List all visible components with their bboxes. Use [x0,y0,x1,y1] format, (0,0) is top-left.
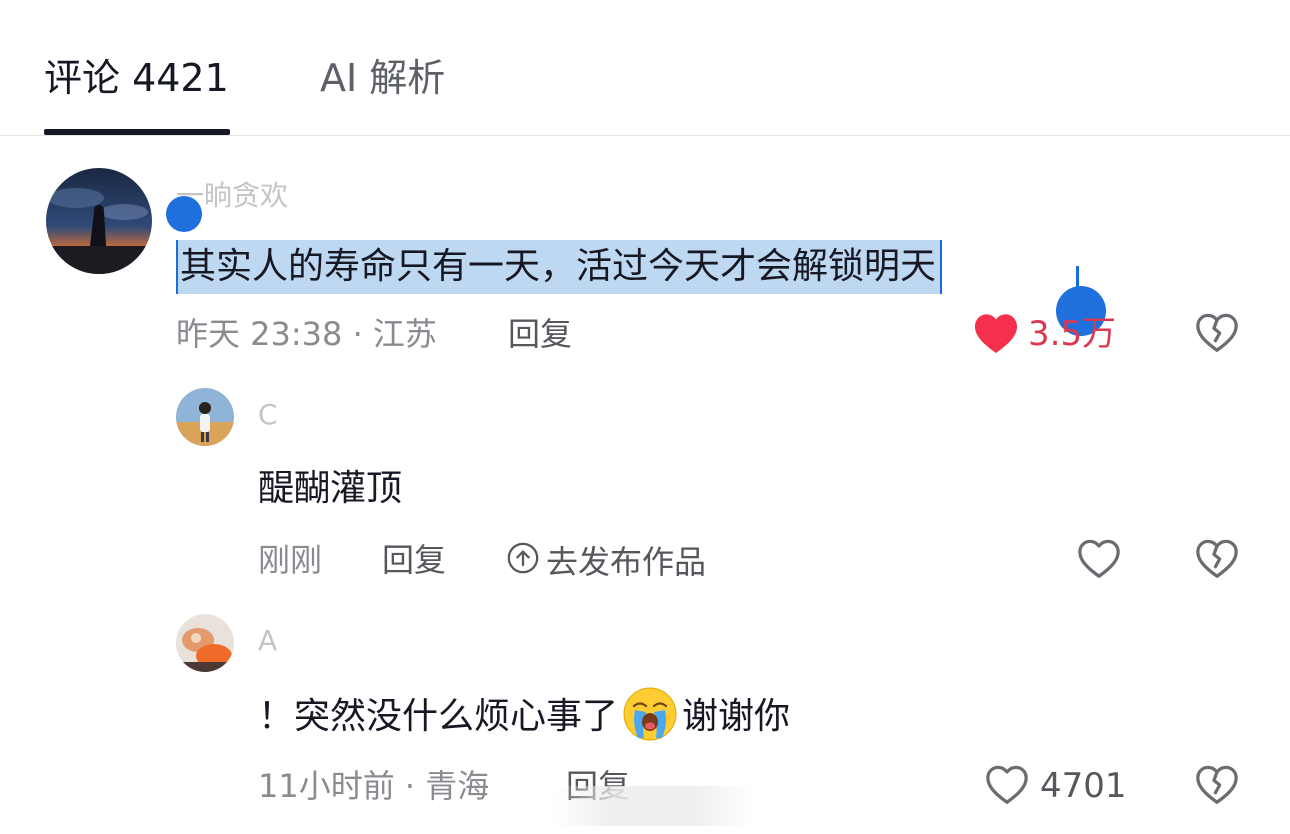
dislike-broken-heart-icon[interactable] [1194,762,1240,808]
comment-meta: 昨天 23:38 · 江苏 [176,315,437,353]
like-heart-icon[interactable] [1076,536,1122,582]
tabs-divider [0,135,1290,136]
comment-text-selected[interactable]: 其实人的寿命只有一天，活过今天才会解锁明天 [176,240,943,294]
watermark-overlay [554,786,754,826]
post-work-button[interactable]: 去发布作品 [506,538,706,582]
avatar[interactable] [176,388,234,446]
comment-text[interactable]: 醍醐灌顶 [258,464,402,514]
like-count: 4701 [1040,766,1127,806]
like-heart-icon[interactable] [984,762,1030,808]
avatar[interactable] [176,614,234,672]
upload-arrow-icon [506,541,540,579]
comment-meta: 11小时前 · 青海 [258,767,490,805]
dislike-broken-heart-icon[interactable] [1194,310,1240,356]
avatar[interactable] [46,168,152,274]
comment-username[interactable]: C [258,398,278,431]
reply-button[interactable]: 回复 [382,538,446,582]
tab-ai-analysis[interactable]: AI 解析 [320,52,445,104]
dislike-broken-heart-icon[interactable] [1194,536,1240,582]
tab-comments[interactable]: 评论 4421 [44,52,229,104]
selection-start-handle[interactable] [166,196,202,232]
reply-button[interactable]: 回复 [508,312,572,356]
post-work-label: 去发布作品 [546,543,707,581]
comment-text-part: 谢谢你 [682,696,791,737]
comment-text[interactable]: ！突然没什么烦心事了 谢谢你 [258,687,791,746]
loudly-crying-face-icon [622,686,678,742]
comment-username[interactable]: A [258,624,277,657]
comment-meta: 刚刚 [258,541,323,579]
comment-text-part: ！突然没什么烦心事了 [258,696,619,737]
like-count: 3.5万 [1028,314,1117,354]
like-heart-filled-icon[interactable] [972,310,1020,356]
